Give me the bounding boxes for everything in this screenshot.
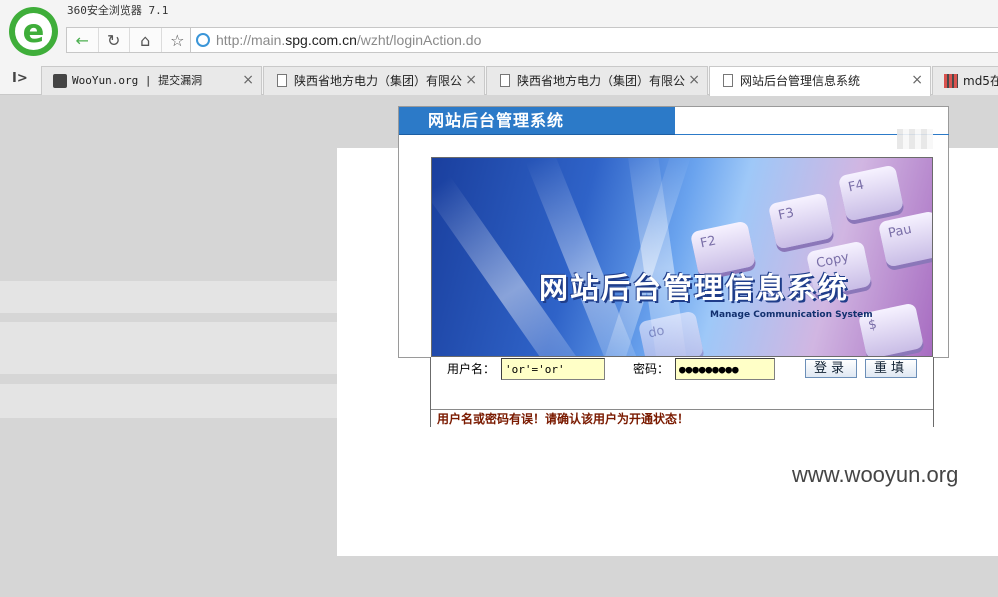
form-divider — [431, 409, 933, 410]
md5-favicon-icon — [944, 74, 958, 88]
close-icon[interactable]: × — [242, 72, 254, 88]
key-label: F3 — [776, 205, 796, 224]
sidebar-toggle-icon[interactable]: I> — [12, 71, 28, 87]
back-icon[interactable]: ← — [67, 28, 99, 52]
close-icon[interactable]: × — [688, 72, 700, 88]
key-label: Copy — [814, 249, 851, 272]
username-input[interactable] — [501, 358, 605, 380]
tab-admin-system[interactable]: 网站后台管理信息系统 × — [709, 66, 931, 96]
bookmark-star-icon[interactable]: ☆ — [162, 28, 193, 52]
frame-header: 网站后台管理系统 — [399, 107, 675, 135]
tab-spg-1[interactable]: 陕西省地方电力（集团）有限公 × — [263, 66, 485, 95]
login-button[interactable]: 登录 — [805, 359, 857, 378]
tab-label: md5在线 — [963, 74, 998, 88]
password-label: 密码： — [633, 362, 670, 376]
tab-strip: I> WooYun.org | 提交漏洞 × 陕西省地方电力（集团）有限公 × … — [0, 64, 998, 96]
url-host: spg.com.cn — [285, 32, 357, 48]
reload-icon[interactable]: ↻ — [99, 28, 130, 52]
browser-logo-icon[interactable]: e — [9, 7, 58, 56]
tab-label: 陕西省地方电力（集团）有限公 — [294, 74, 462, 88]
tab-label: 陕西省地方电力（集团）有限公 — [517, 74, 685, 88]
keyboard-key: F2 — [689, 220, 757, 278]
home-icon[interactable]: ⌂ — [130, 28, 162, 52]
banner-title: 网站后台管理信息系统 — [539, 271, 850, 305]
tab-wooyun[interactable]: WooYun.org | 提交漏洞 × — [41, 66, 262, 95]
login-form: 用户名： 密码： 登录 重填 用户名或密码有误！请确认该用户为开通状态！ — [430, 357, 934, 427]
wooyun-favicon-icon — [53, 74, 67, 88]
key-label: F4 — [846, 177, 866, 196]
key-label: F2 — [698, 233, 718, 252]
window-title: 360安全浏览器 7.1 — [67, 4, 169, 17]
password-input[interactable] — [675, 358, 775, 380]
page-icon — [277, 74, 287, 87]
reset-button[interactable]: 重填 — [865, 359, 917, 378]
browser-chrome: e 360安全浏览器 7.1 ← ↻ ⌂ ☆ http://main.spg.c… — [0, 0, 998, 96]
error-message: 用户名或密码有误！请确认该用户为开通状态！ — [437, 412, 690, 426]
tab-spg-2[interactable]: 陕西省地方电力（集团）有限公 × — [486, 66, 708, 95]
page-icon — [723, 74, 733, 87]
address-url[interactable]: http://main.spg.com.cn/wzht/loginAction.… — [216, 32, 481, 49]
tab-md5[interactable]: md5在线 — [932, 66, 998, 95]
url-prefix: http://main. — [216, 32, 286, 48]
key-label: Pau — [886, 221, 913, 242]
watermark: www.wooyun.org — [792, 462, 959, 487]
tab-label: WooYun.org | 提交漏洞 — [72, 74, 203, 87]
close-icon[interactable]: × — [465, 72, 477, 88]
key-label: do — [646, 323, 666, 342]
keyboard-key: do — [637, 310, 705, 356]
frame-title: 网站后台管理系统 — [428, 111, 565, 130]
close-icon[interactable]: × — [911, 72, 923, 88]
site-security-icon — [196, 33, 210, 47]
page-icon — [500, 74, 510, 87]
login-banner-image: F2 F3 F4 Copy Pau do $ 网站后台管理信息系统 Manage… — [431, 157, 933, 357]
username-label: 用户名： — [447, 362, 496, 376]
tab-label: 网站后台管理信息系统 — [740, 74, 861, 88]
address-bar[interactable]: http://main.spg.com.cn/wzht/loginAction.… — [190, 27, 998, 53]
keyboard-key: Pau — [877, 210, 932, 268]
pixelated-image — [897, 129, 933, 149]
keyboard-key: F4 — [837, 164, 905, 222]
navigation-buttons: ← ↻ ⌂ ☆ — [66, 27, 194, 53]
url-path: /wzht/loginAction.do — [356, 32, 482, 48]
banner-subtitle: Manage Communication System — [710, 310, 873, 320]
keyboard-key: F3 — [767, 192, 835, 250]
